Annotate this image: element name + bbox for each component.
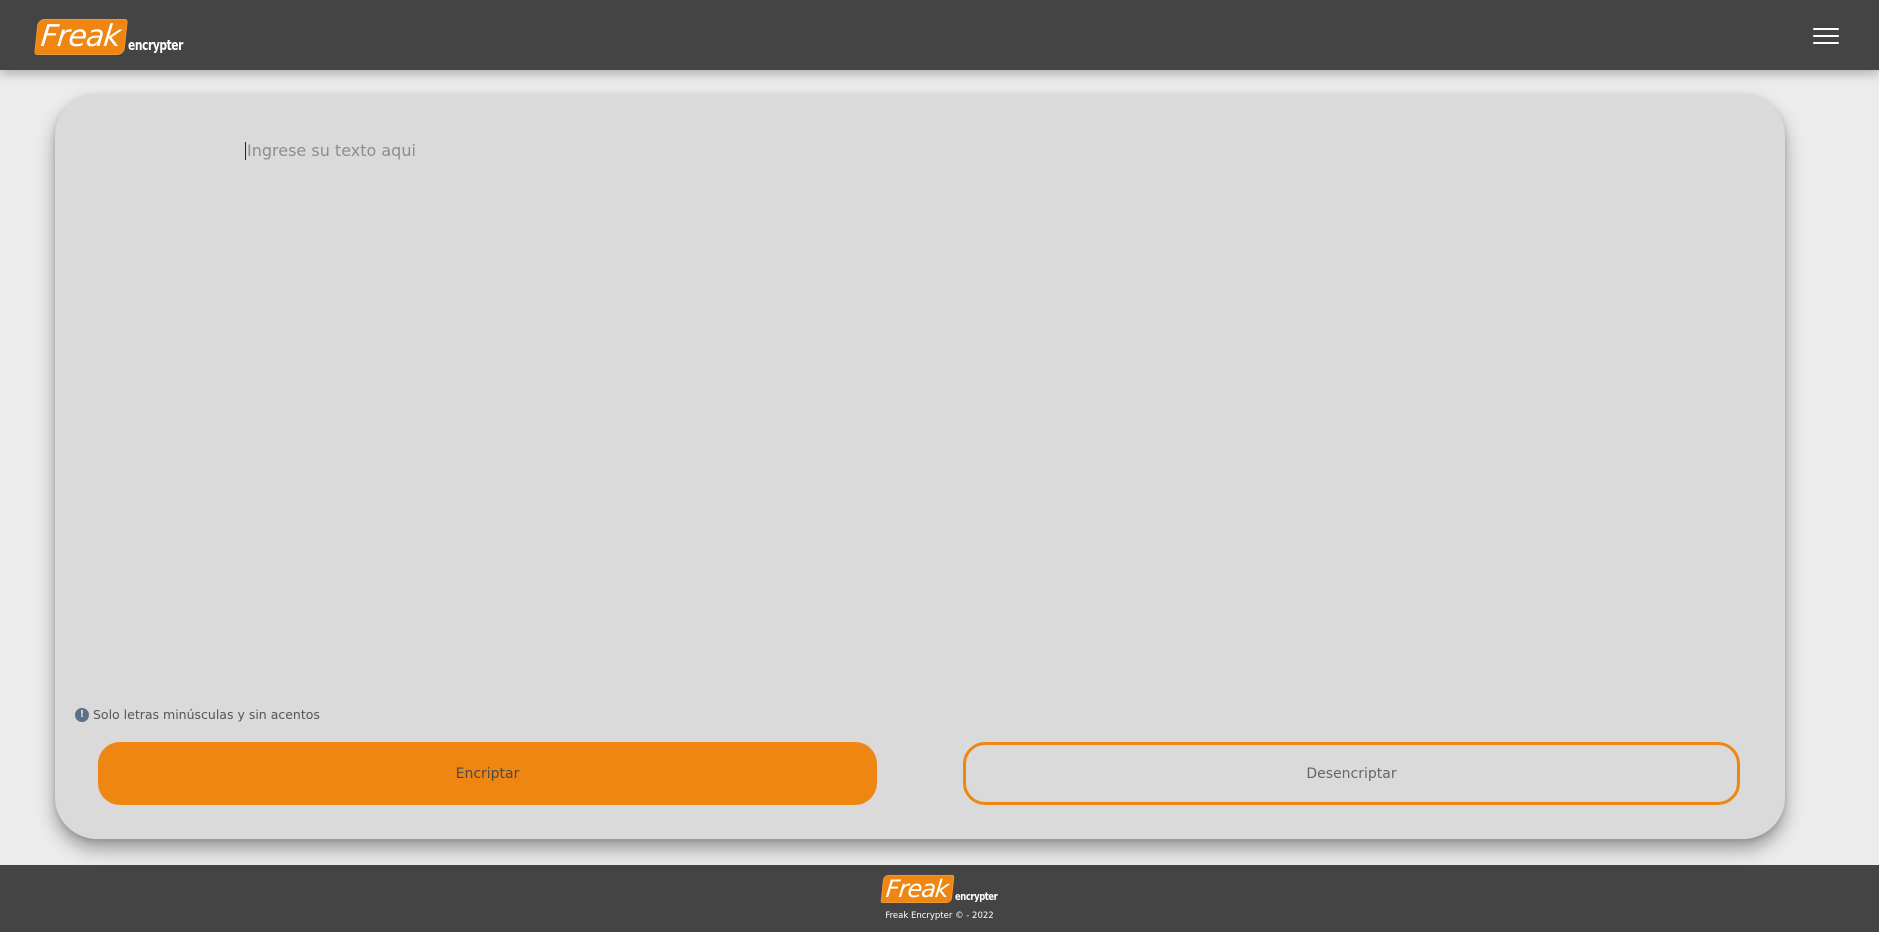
hamburger-menu-icon[interactable]: [1813, 28, 1839, 46]
decrypt-button-label: Desencriptar: [1306, 765, 1397, 782]
text-input[interactable]: [245, 142, 1807, 160]
footer-logo-subtitle: encrypter: [955, 890, 998, 903]
logo-word: Freak: [34, 19, 128, 55]
input-hint: ! Solo letras minúsculas y sin acentos: [75, 707, 320, 722]
hint-text: Solo letras minúsculas y sin acentos: [93, 707, 320, 722]
menu-line: [1813, 35, 1839, 37]
header-bar: Freak encrypter: [0, 0, 1879, 70]
footer-logo-word: Freak: [880, 875, 955, 903]
logo-subtitle: encrypter: [127, 38, 183, 54]
copyright-text: Freak Encrypter © - 2022: [885, 911, 994, 921]
text-area-region[interactable]: [150, 118, 1807, 688]
header-logo[interactable]: Freak encrypter: [34, 19, 193, 55]
footer-bar: Freak encrypter Freak Encrypter © - 2022: [0, 865, 1879, 932]
encrypt-button-label: Encriptar: [455, 765, 520, 782]
menu-line: [1813, 42, 1839, 44]
decrypt-button[interactable]: Desencriptar: [963, 742, 1740, 805]
info-icon: !: [75, 707, 89, 722]
menu-line: [1813, 28, 1839, 30]
footer-logo[interactable]: Freak encrypter: [880, 875, 1005, 903]
encrypt-button[interactable]: Encriptar: [98, 742, 877, 805]
encrypter-card: ! Solo letras minúsculas y sin acentos E…: [55, 94, 1807, 839]
